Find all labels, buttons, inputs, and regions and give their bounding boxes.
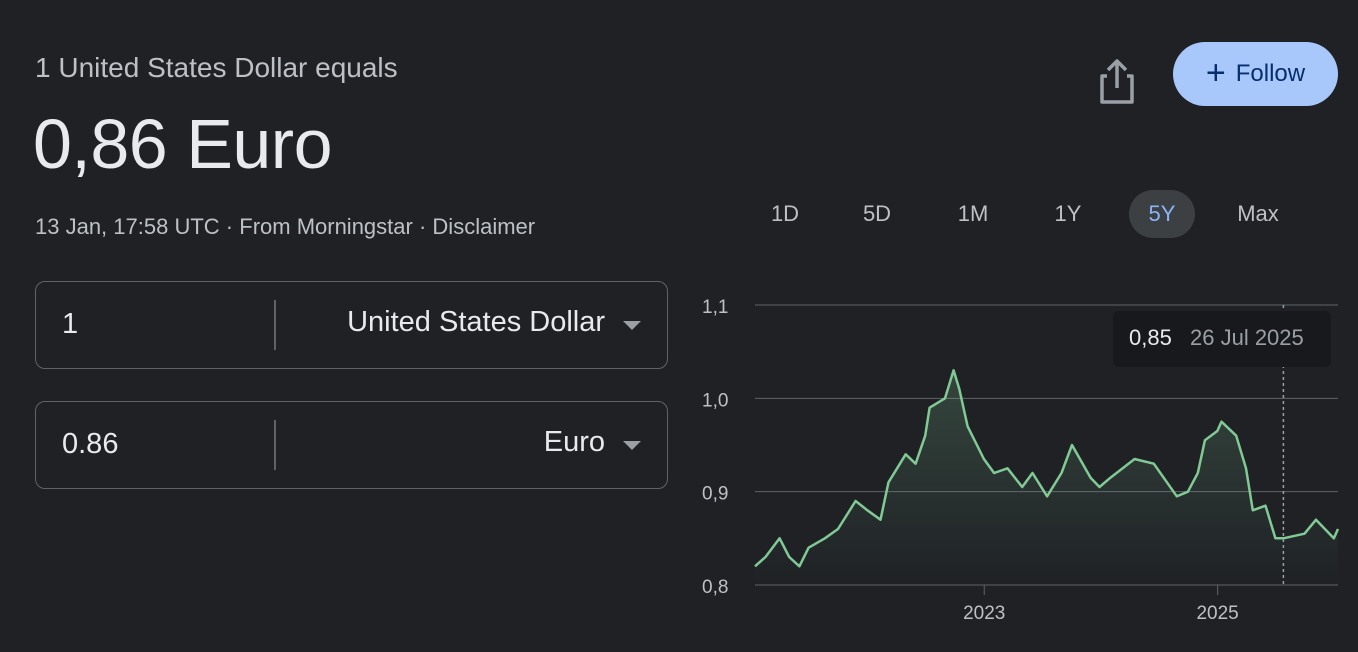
range-tabs: 1D 5D 1M 1Y 5Y Max [752, 190, 1312, 238]
series-area [755, 370, 1338, 585]
x-tick-label: 2025 [1196, 603, 1238, 624]
y-tick-label: 0,8 [702, 577, 728, 598]
tab-1m[interactable]: 1M [940, 190, 1006, 238]
tooltip-date: 26 Jul 2025 [1190, 325, 1304, 350]
y-tick-label: 0,9 [702, 484, 728, 505]
meta-separator: · [418, 214, 427, 239]
source-link[interactable]: From Morningstar [239, 214, 413, 239]
tab-5y[interactable]: 5Y [1129, 190, 1195, 238]
from-currency-row: 1 United States Dollar [35, 281, 668, 369]
share-button[interactable] [1094, 56, 1140, 108]
y-tick-label: 1,1 [702, 297, 728, 318]
y-tick-label: 1,0 [702, 390, 728, 411]
conversion-subtitle: 1 United States Dollar equals [35, 52, 398, 83]
from-currency-select[interactable]: United States Dollar [347, 306, 605, 339]
to-amount-input[interactable]: 0.86 [62, 428, 118, 461]
chart-tooltip: 0,85 26 Jul 2025 [1113, 311, 1331, 367]
timestamp: 13 Jan, 17:58 UTC [35, 214, 220, 239]
tab-5d[interactable]: 5D [844, 190, 910, 238]
exchange-rate-chart[interactable]: 1,1 1,0 0,9 0,8 2023 2025 0,85 26 Jul 2025 [690, 285, 1358, 630]
to-currency-select[interactable]: Euro [544, 426, 605, 459]
tab-1y[interactable]: 1Y [1035, 190, 1101, 238]
meta-separator: · [225, 214, 234, 239]
tab-max[interactable]: Max [1225, 190, 1291, 238]
tooltip-value: 0,85 [1129, 325, 1172, 350]
chevron-down-icon[interactable] [623, 321, 641, 330]
chevron-down-icon[interactable] [623, 441, 641, 450]
x-tick-label: 2023 [963, 603, 1005, 624]
from-amount-input[interactable]: 1 [62, 308, 78, 341]
follow-button[interactable]: + Follow [1173, 42, 1338, 106]
disclaimer-link[interactable]: Disclaimer [432, 214, 535, 239]
follow-label: Follow [1235, 60, 1306, 87]
converted-rate: 0,86 Euro [33, 105, 333, 183]
tab-1d[interactable]: 1D [752, 190, 818, 238]
plus-icon: + [1205, 53, 1226, 92]
to-currency-row: 0.86 Euro [35, 401, 668, 489]
divider [274, 420, 276, 470]
share-icon [1100, 59, 1134, 104]
divider [274, 300, 276, 350]
rate-meta: 13 Jan, 17:58 UTC · From Morningstar · D… [35, 214, 535, 240]
